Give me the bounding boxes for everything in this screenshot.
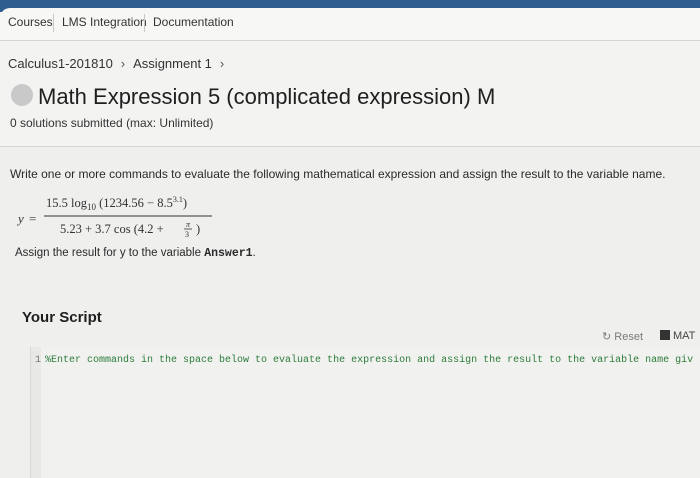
matlab-icon: [660, 330, 670, 340]
nav-divider: [144, 14, 145, 32]
chevron-right-icon: ›: [219, 56, 225, 71]
tab-documentation[interactable]: Documentation: [153, 15, 234, 29]
submission-count: 0 solutions submitted (max: Unlimited): [10, 116, 214, 130]
line-number: 1: [35, 355, 42, 366]
reset-icon: ↻: [602, 331, 612, 343]
assign-instruction: Assign the result for y to the variable …: [15, 247, 256, 260]
script-editor[interactable]: 1 %Enter commands in the space below to e…: [30, 347, 700, 478]
chevron-right-icon: ›: [120, 56, 126, 71]
assign-note-period: .: [252, 247, 256, 259]
tab-lms-integration[interactable]: LMS Integration: [62, 15, 147, 29]
formula-numerator: 15.5 log10 (1234.56 − 8.53.1): [46, 195, 187, 212]
script-heading: Your Script: [22, 309, 102, 326]
problem-instruction: Write one or more commands to evaluate t…: [10, 167, 666, 181]
assign-note-text: Assign the result for y to the variable: [15, 247, 202, 259]
breadcrumb-course-link[interactable]: Calculus1-201810: [8, 56, 113, 71]
pi-numerator: π: [186, 220, 191, 229]
formula-lhs: y: [16, 211, 24, 226]
matlab-docs-button[interactable]: MAT: [660, 330, 695, 342]
math-formula: y = 15.5 log10 (1234.56 − 8.53.1) 5.23 +…: [16, 195, 212, 239]
editor-gutter: [31, 347, 41, 478]
problem-panel: Write one or more commands to evaluate t…: [0, 146, 700, 478]
course-nav: Courses LMS Integration Documentation: [0, 8, 700, 41]
code-line[interactable]: 1 %Enter commands in the space below to e…: [35, 355, 693, 366]
nav-divider: [53, 14, 54, 32]
reset-label: Reset: [614, 331, 644, 343]
matlab-label: MAT: [673, 330, 696, 342]
breadcrumb-assignment-link[interactable]: Assignment 1: [133, 56, 212, 71]
reset-button[interactable]: ↻ Reset: [602, 330, 643, 343]
answer-variable: Answer1: [204, 247, 253, 260]
pi-denominator: 3: [185, 230, 189, 239]
closing-paren: ): [196, 222, 200, 236]
formula-denominator: 5.23 + 3.7 cos (4.2 +: [60, 222, 164, 236]
equals-sign: =: [29, 211, 36, 226]
code-comment: %Enter commands in the space below to ev…: [45, 355, 694, 366]
page-title: Math Expression 5 (complicated expressio…: [38, 84, 496, 109]
breadcrumb: Calculus1-201810 › Assignment 1 ›: [8, 56, 232, 71]
problem-status-icon: [11, 84, 33, 106]
tab-courses[interactable]: Courses: [8, 15, 53, 29]
